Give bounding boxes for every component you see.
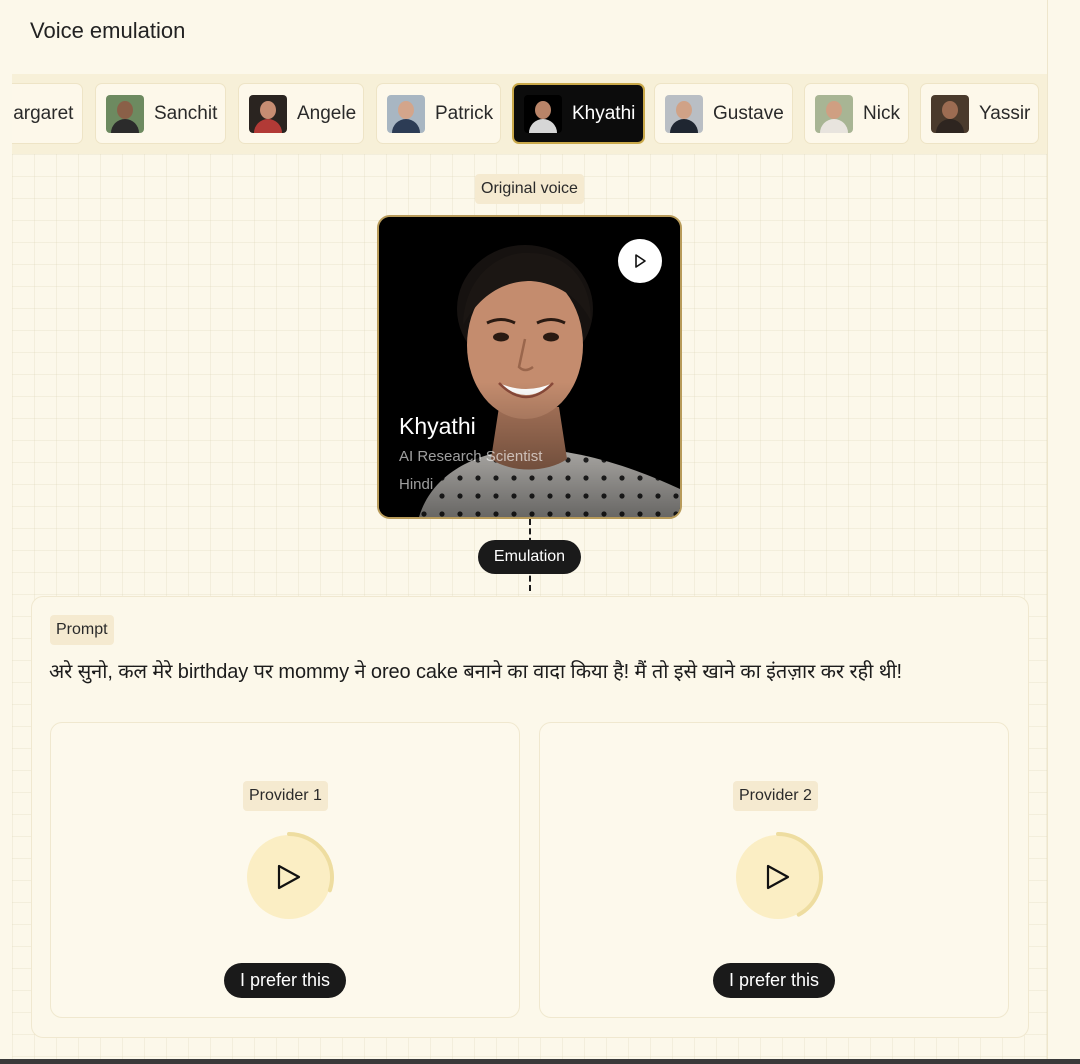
prefer-provider-1-button[interactable]: I prefer this [224, 963, 346, 998]
page: Voice emulation largaret Sanchit Angele … [0, 0, 1080, 1064]
voice-tab-sanchit[interactable]: Sanchit [95, 83, 226, 144]
window-bottom-edge [0, 1059, 1080, 1064]
emulation-badge: Emulation [478, 540, 581, 574]
voice-tab-label: Sanchit [154, 102, 218, 124]
speaker-role: AI Research Scientist [399, 448, 543, 465]
voice-selector: largaret Sanchit Angele Patrick Khyathi … [12, 74, 1048, 154]
provider-card-1: Provider 1 I prefer this [50, 722, 520, 1018]
voice-tab-patrick[interactable]: Patrick [376, 83, 501, 144]
avatar [106, 94, 144, 133]
avatar [815, 94, 853, 133]
prompt-text: अरे सुनो, कल मेरे birthday पर mommy ने o… [49, 661, 903, 683]
page-title: Voice emulation [30, 18, 186, 43]
voice-tab-margaret[interactable]: largaret [12, 83, 83, 144]
play-icon [635, 254, 646, 268]
voice-tab-label: Gustave [713, 102, 784, 124]
provider-1-play-button[interactable] [243, 831, 335, 923]
voice-tab-label: Yassir [979, 102, 1031, 124]
speaker-language: Hindi [399, 476, 434, 493]
voice-tab-nick[interactable]: Nick [804, 83, 909, 144]
voice-tab-yassir[interactable]: Yassir [920, 83, 1039, 144]
provider-card-2: Provider 2 I prefer this [539, 722, 1009, 1018]
original-voice-tag: Original voice [475, 174, 584, 204]
voice-tab-angele[interactable]: Angele [238, 83, 364, 144]
voice-tab-label: largaret [12, 102, 74, 124]
progress-ring [736, 832, 823, 919]
prompt-tag: Prompt [50, 615, 114, 645]
voice-tab-gustave[interactable]: Gustave [654, 83, 793, 144]
voice-tab-label: Khyathi [572, 102, 636, 124]
voice-tab-label: Nick [863, 102, 900, 124]
avatar [249, 94, 287, 133]
speaker-card: Khyathi AI Research Scientist Hindi [377, 215, 682, 519]
divider [1047, 0, 1048, 1064]
avatar [665, 94, 703, 133]
original-voice-play-button[interactable] [618, 239, 662, 283]
provider-tag: Provider 1 [243, 781, 328, 811]
avatar [387, 94, 425, 133]
progress-ring [247, 832, 334, 919]
avatar [524, 94, 562, 133]
voice-tab-label: Patrick [435, 102, 494, 124]
avatar [931, 94, 969, 133]
provider-2-play-button[interactable] [732, 831, 824, 923]
voice-tab-label: Angele [297, 102, 357, 124]
voice-tab-khyathi[interactable]: Khyathi [512, 83, 645, 144]
speaker-name: Khyathi [399, 413, 476, 439]
provider-tag: Provider 2 [733, 781, 818, 811]
prefer-provider-2-button[interactable]: I prefer this [713, 963, 835, 998]
